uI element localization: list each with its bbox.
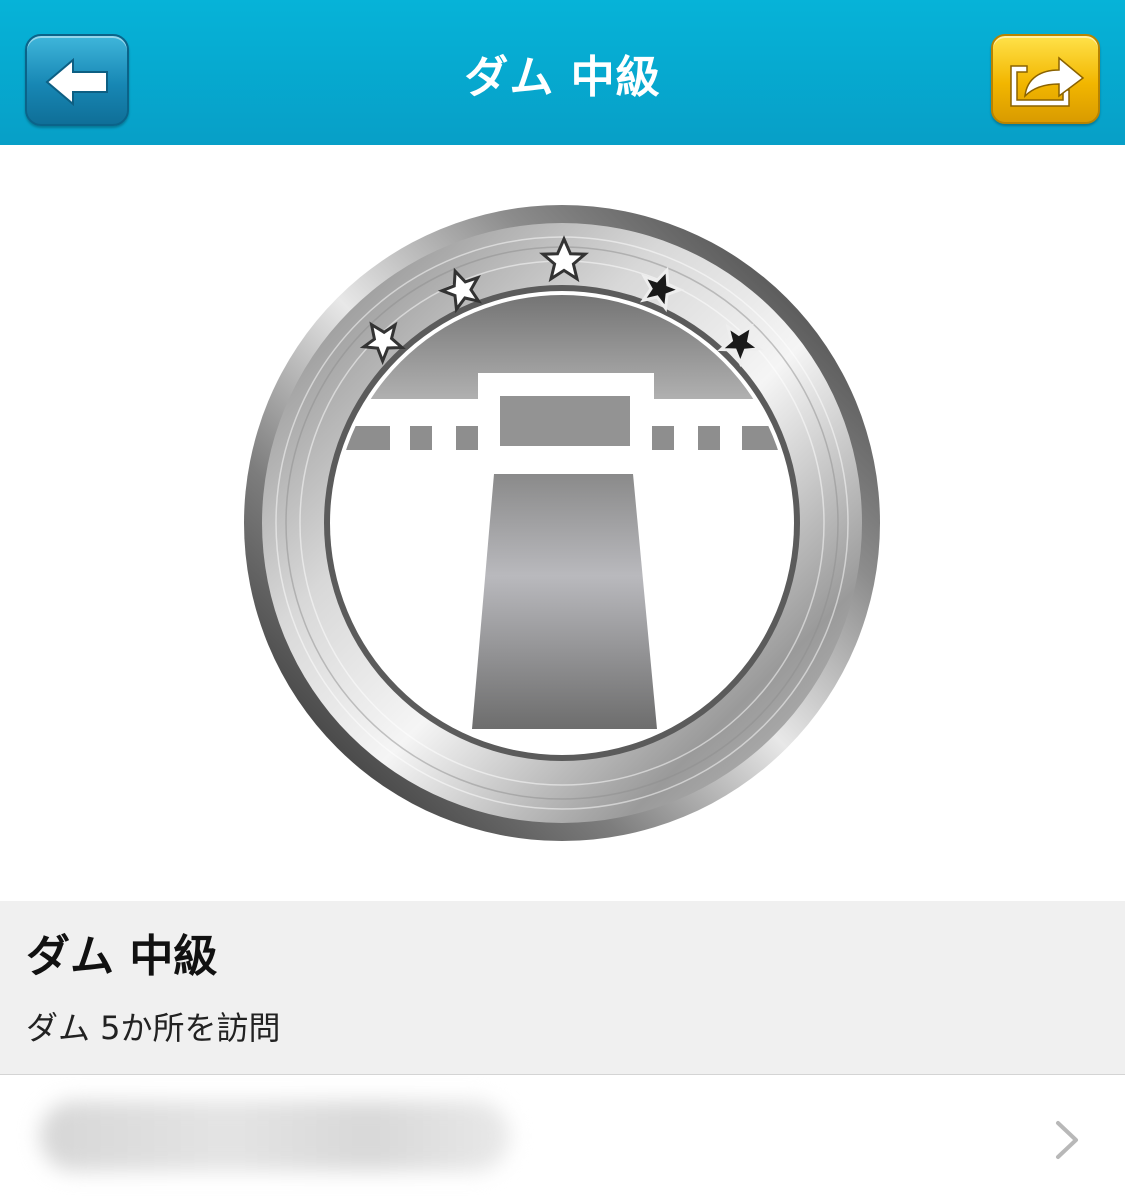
page-title: ダム 中級 — [464, 52, 661, 103]
dam-medal-icon — [244, 205, 880, 841]
badge-info-panel: ダム 中級 ダム 5か所を訪問 — [0, 901, 1125, 1075]
share-arrow-icon — [1010, 56, 1085, 107]
navigation-bar: ダム 中級 — [0, 0, 1125, 145]
chevron-right-icon — [1056, 1121, 1078, 1159]
share-button[interactable] — [991, 34, 1100, 124]
link-row[interactable] — [0, 1076, 1125, 1199]
blurred-link-text — [40, 1101, 510, 1171]
badge-description: ダム 5か所を訪問 — [26, 1009, 281, 1047]
badge-title: ダム 中級 — [26, 931, 218, 982]
badge-area — [0, 145, 1125, 901]
